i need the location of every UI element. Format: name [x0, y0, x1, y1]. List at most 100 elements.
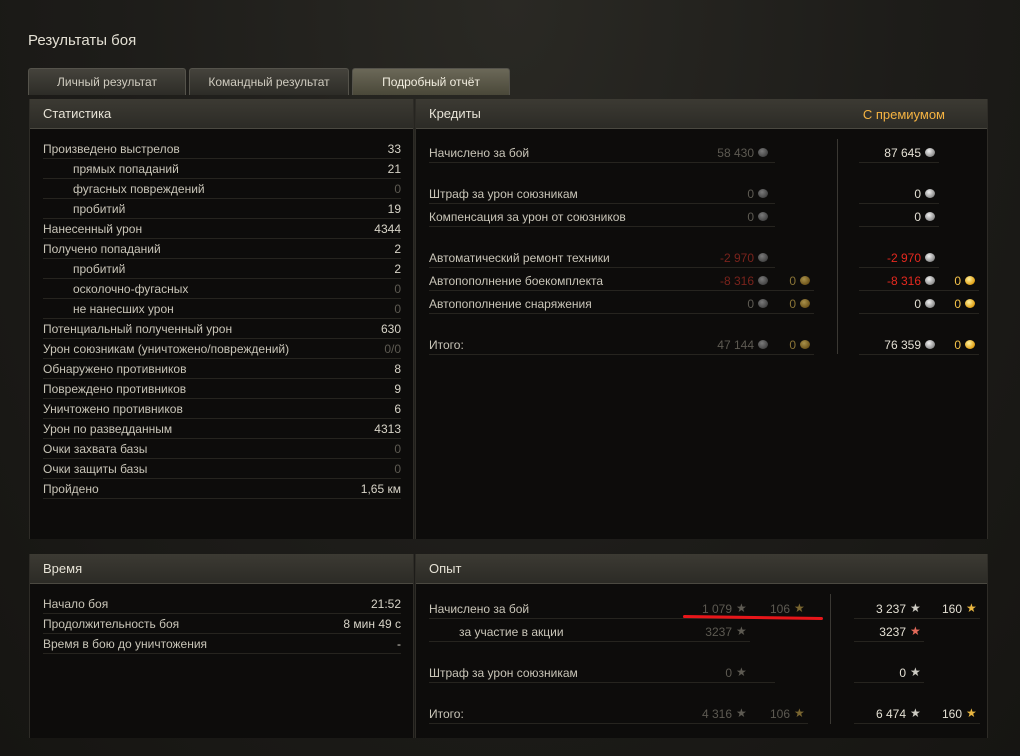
xp-ally-penalty-premium: 0 — [899, 666, 906, 680]
credits-ally-comp-base: 0 — [747, 210, 754, 224]
star-icon: ★ — [910, 706, 921, 720]
xp-row-total: Итого: 4 316 ★ 106 ★ 6 474 ★ 160 ★ — [416, 704, 988, 726]
time-row-value: 8 мин 49 с — [343, 617, 401, 631]
credits-row-total: Итого: 47 144 0 76 359 0 — [416, 335, 988, 357]
stats-row-value: 2 — [394, 262, 401, 276]
silver-coin-icon — [758, 212, 768, 221]
credits-earned-label: Начислено за бой — [429, 146, 530, 160]
credits-ammo-base: -8 316 — [719, 274, 754, 288]
stats-row: не нанесших урон 0 — [43, 299, 401, 319]
stats-row: Получено попаданий 2 — [43, 239, 401, 259]
xp-earned-premium: 3 237 — [875, 602, 906, 616]
premium-header: С премиумом — [862, 106, 945, 122]
star-icon: ★ — [736, 706, 747, 720]
stats-row-label: Повреждено противников — [43, 382, 187, 396]
statistics-title: Статистика — [43, 106, 112, 121]
time-row-label: Время в бою до уничтожения — [43, 637, 208, 651]
stats-row-value: 0/0 — [384, 342, 401, 356]
xp-total-label: Итого: — [429, 707, 464, 721]
stats-row: Произведено выстрелов 33 — [43, 139, 401, 159]
star-icon: ★ — [736, 624, 747, 638]
star-icon: ★ — [736, 601, 747, 615]
credits-ammo-base-gold: 0 — [789, 274, 796, 288]
tab-detailed-report[interactable]: Подробный отчёт — [352, 68, 510, 95]
credits-row-earned: Начислено за бой 58 430 87 645 — [416, 143, 988, 165]
xp-action-base: 3237 — [705, 625, 732, 639]
star-icon: ★ — [736, 665, 747, 679]
xp-row-ally-penalty: Штраф за урон союзникам 0 ★ 0 ★ — [416, 663, 988, 685]
time-panel: Время Начало боя 21:52 Продолжительность б… — [29, 554, 414, 738]
time-row-label: Продолжительность боя — [43, 617, 180, 631]
experience-header: Опыт — [416, 554, 987, 584]
stats-row-label: пробитий — [73, 262, 126, 276]
stats-row-label: Потенциальный полученный урон — [43, 322, 233, 336]
stats-row-value: 630 — [380, 322, 401, 336]
time-header: Время — [30, 554, 413, 584]
silver-coin-icon — [758, 299, 768, 308]
action-star-icon: ★ — [910, 624, 921, 638]
xp-action-premium: 3237 — [879, 625, 906, 639]
silver-coin-icon — [925, 340, 935, 349]
gold-coin-icon — [965, 299, 975, 308]
xp-ally-penalty-label: Штраф за урон союзникам — [429, 666, 578, 680]
stats-row-label: Очки защиты базы — [43, 462, 148, 476]
stats-row-value: 19 — [387, 202, 401, 216]
credits-total-premium: 76 359 — [884, 338, 921, 352]
credits-ally-comp-premium: 0 — [914, 210, 921, 224]
stats-row-label: пробитий — [73, 202, 126, 216]
stats-row-label: не нанесших урон — [73, 302, 174, 316]
stats-row-label: Очки захвата базы — [43, 442, 148, 456]
xp-total-premium: 6 474 — [875, 707, 906, 721]
credits-header: Кредиты С премиумом — [416, 99, 987, 129]
credits-row-repair: Автоматический ремонт техники -2 970 -2 … — [416, 248, 988, 270]
experience-title: Опыт — [429, 561, 462, 576]
credits-repair-label: Автоматический ремонт техники — [429, 251, 610, 265]
stats-row-value: 33 — [387, 142, 401, 156]
silver-coin-icon — [925, 148, 935, 157]
stats-row-label: Обнаружено противников — [43, 362, 187, 376]
gold-star-icon: ★ — [966, 706, 977, 720]
silver-coin-icon — [758, 189, 768, 198]
xp-ally-penalty-base: 0 — [725, 666, 732, 680]
gold-star-icon: ★ — [794, 706, 805, 720]
silver-coin-icon — [758, 340, 768, 349]
time-row: Продолжительность боя 8 мин 49 с — [43, 614, 401, 634]
tab-personal-result[interactable]: Личный результат — [28, 68, 186, 95]
gold-coin-icon — [800, 276, 810, 285]
credits-title: Кредиты — [429, 106, 481, 121]
credits-row-equipment: Автопополнение снаряжения 0 0 0 0 — [416, 294, 988, 316]
time-row: Начало боя 21:52 — [43, 594, 401, 614]
xp-total-premium-free: 160 — [941, 707, 962, 721]
stats-row: Обнаружено противников 8 — [43, 359, 401, 379]
xp-row-action: за участие в акции 3237 ★ 3237 ★ — [416, 622, 988, 644]
silver-coin-icon — [925, 253, 935, 262]
credits-column-divider — [837, 139, 838, 354]
time-row: Время в бою до уничтожения - — [43, 634, 401, 654]
xp-total-base: 4 316 — [701, 707, 732, 721]
xp-earned-premium-free: 160 — [941, 602, 962, 616]
credits-ammo-premium: -8 316 — [886, 274, 921, 288]
credits-repair-base: -2 970 — [719, 251, 754, 265]
stats-row: Урон по разведданным 4313 — [43, 419, 401, 439]
stats-row-value: 4344 — [374, 222, 401, 236]
credits-total-base-gold: 0 — [789, 338, 796, 352]
xp-total-base-free: 106 — [769, 707, 790, 721]
stats-row-label: Получено попаданий — [43, 242, 161, 256]
tab-bar: Личный результат Командный результат Под… — [28, 68, 513, 95]
credits-ally-penalty-label: Штраф за урон союзникам — [429, 187, 578, 201]
tab-team-result[interactable]: Командный результат — [189, 68, 349, 95]
silver-coin-icon — [925, 212, 935, 221]
stats-row: Очки захвата базы 0 — [43, 439, 401, 459]
statistics-panel: Статистика Произведено выстрелов 33 прямых… — [29, 99, 414, 539]
stats-row: пробитий 2 — [43, 259, 401, 279]
stats-row: Повреждено противников 9 — [43, 379, 401, 399]
stats-row-label: осколочно-фугасных — [73, 282, 189, 296]
credits-ally-comp-label: Компенсация за урон от союзников — [429, 210, 626, 224]
stats-row-label: Произведено выстрелов — [43, 142, 180, 156]
stats-row-label: Урон союзникам (уничтожено/повреждений) — [43, 342, 290, 356]
stats-row-value: 0 — [394, 302, 401, 316]
credits-total-premium-gold: 0 — [954, 338, 961, 352]
credits-ally-penalty-base: 0 — [747, 187, 754, 201]
silver-coin-icon — [925, 189, 935, 198]
stats-row-label: фугасных повреждений — [73, 182, 205, 196]
